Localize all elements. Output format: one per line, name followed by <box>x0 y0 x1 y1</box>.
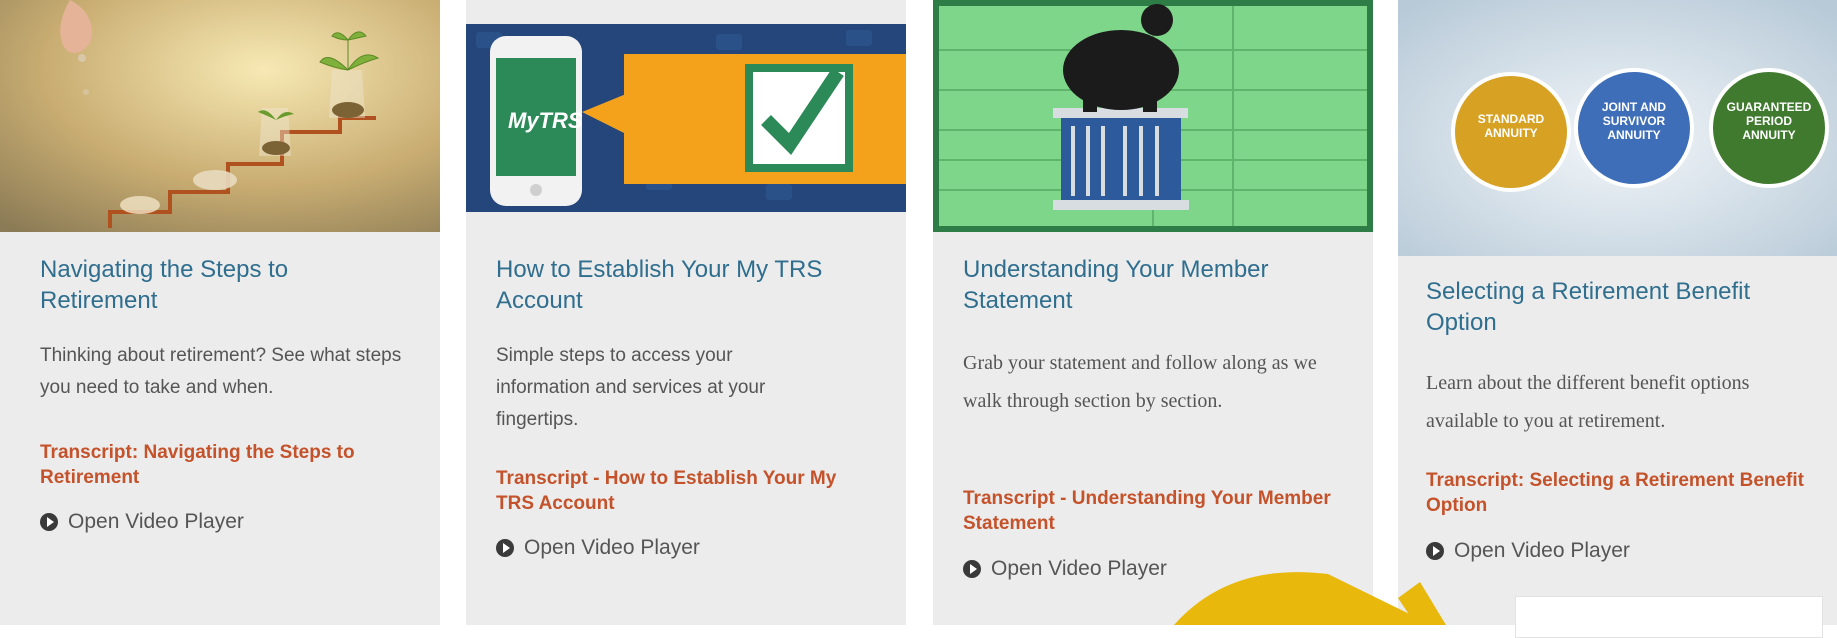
transcript-link[interactable]: Transcript - How to Establish Your My TR… <box>496 466 876 516</box>
annuity-option: STANDARD ANNUITY <box>1477 112 1545 140</box>
video-description: Thinking about retirement? See what step… <box>40 345 402 398</box>
video-card: Navigating the Steps to Retirement Think… <box>0 0 440 625</box>
video-title: Navigating the Steps to Retirement <box>40 256 289 314</box>
play-circle-icon <box>1426 542 1444 560</box>
open-video-player-button[interactable]: Open Video Player <box>496 535 700 561</box>
mytrs-account-thumbnail[interactable]: MyTRS <box>466 24 906 212</box>
benefit-option-thumbnail[interactable]: STANDARD ANNUITY JOINT AND SURVIVOR ANNU… <box>1398 0 1837 256</box>
video-description: Grab your statement and follow along as … <box>963 352 1317 412</box>
popup-box <box>1515 596 1823 638</box>
play-circle-icon <box>40 513 58 531</box>
video-card: MyTRS How to Establish Your My TRS Accou… <box>466 0 906 625</box>
transcript-link[interactable]: Transcript - Understanding Your Member S… <box>963 486 1333 536</box>
video-description: Simple steps to access your information … <box>496 345 766 430</box>
video-card: Understanding Your Member Statement Grab… <box>933 0 1373 625</box>
video-description: Learn about the different benefit option… <box>1426 372 1750 432</box>
open-video-player-button[interactable]: Open Video Player <box>963 556 1167 582</box>
retirement-steps-thumbnail[interactable] <box>0 0 440 232</box>
video-title: How to Establish Your My TRS Account <box>496 256 823 314</box>
highlight-arrow <box>1174 572 1446 625</box>
annuity-option: GUARANTEED PERIOD ANNUITY <box>1726 100 1812 142</box>
video-title: Selecting a Retirement Benefit Option <box>1426 278 1751 336</box>
play-circle-icon <box>963 560 981 578</box>
mytrs-logo-text: MyTRS <box>508 108 583 133</box>
member-statement-thumbnail[interactable] <box>933 0 1373 232</box>
video-card: STANDARD ANNUITY JOINT AND SURVIVOR ANNU… <box>1398 0 1837 625</box>
open-video-player-label: Open Video Player <box>991 557 1167 580</box>
open-video-player-label: Open Video Player <box>524 536 700 559</box>
play-circle-icon <box>496 539 514 557</box>
annuity-option: JOINT AND SURVIVOR ANNUITY <box>1601 100 1667 142</box>
open-video-player-button[interactable]: Open Video Player <box>40 509 244 535</box>
transcript-link[interactable]: Transcript: Selecting a Retirement Benef… <box>1426 468 1806 518</box>
open-video-player-label: Open Video Player <box>68 510 244 533</box>
transcript-link[interactable]: Transcript: Navigating the Steps to Reti… <box>40 440 410 490</box>
video-title: Understanding Your Member Statement <box>963 256 1269 314</box>
